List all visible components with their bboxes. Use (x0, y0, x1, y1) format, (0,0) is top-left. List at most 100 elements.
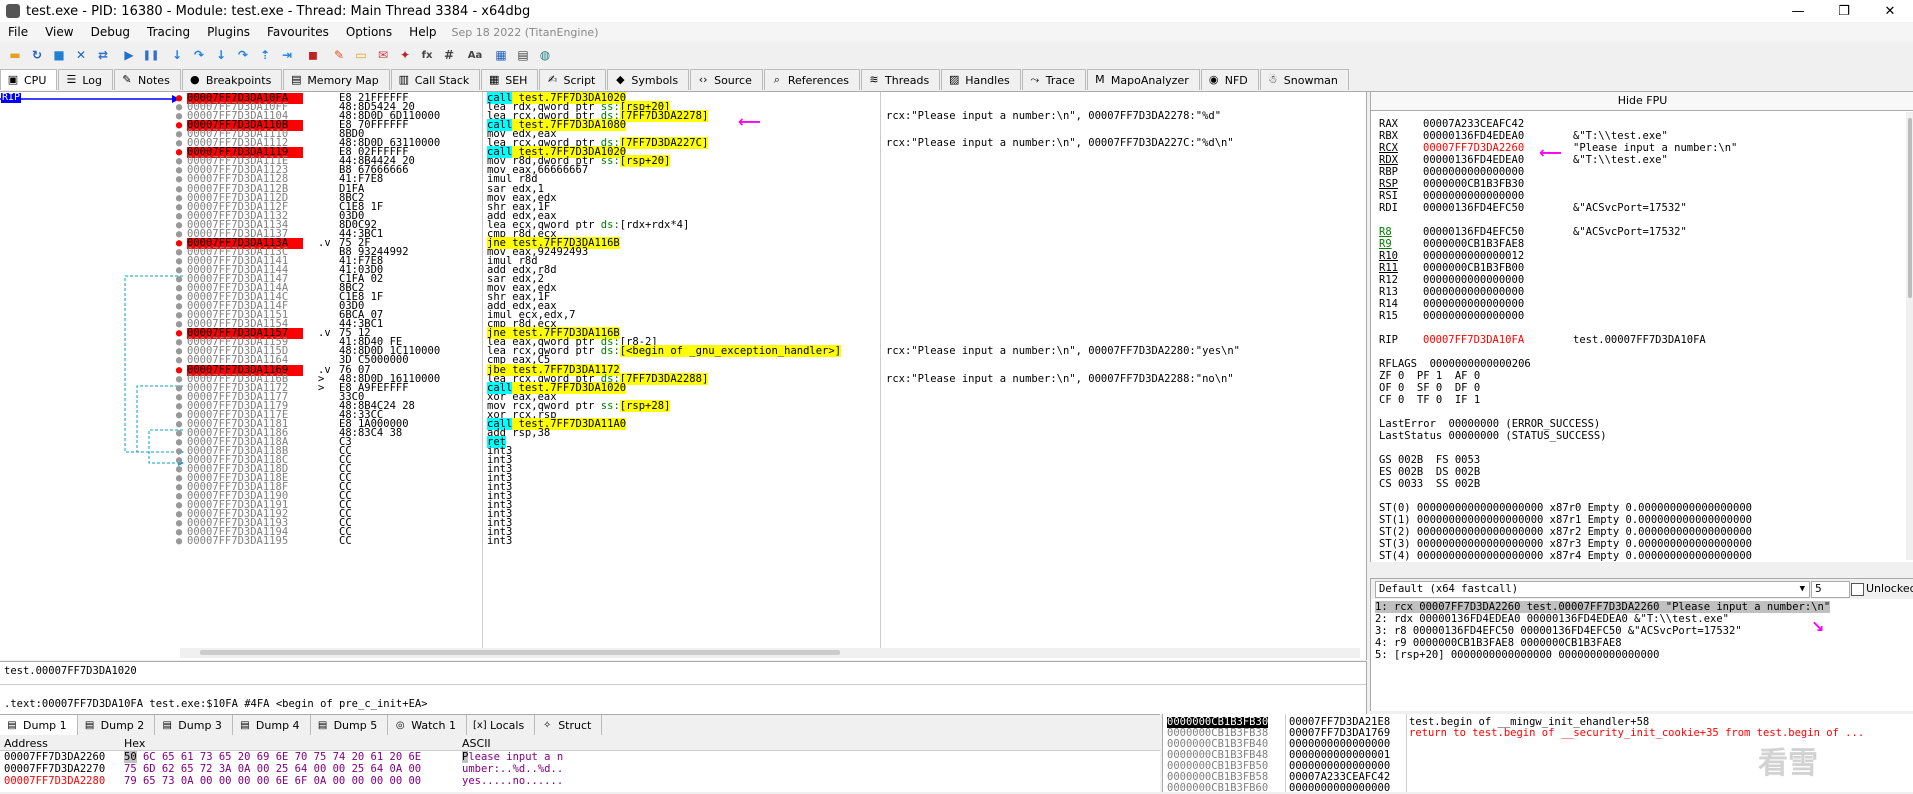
tab-threads[interactable]: ≋ Threads (861, 69, 941, 90)
register-row[interactable]: R15 0000000000000000 (1379, 310, 1752, 322)
register-value[interactable]: 00007A233CEAFC42 (1423, 118, 1573, 130)
menu-debug[interactable]: Debug (83, 25, 139, 39)
tab-trace[interactable]: ⤳ Trace (1021, 69, 1086, 90)
dump-view[interactable]: Address Hex ASCII 00007FF7D3DA2260 50 6C … (0, 737, 1160, 792)
tab-snowman[interactable]: ☃ Snowman (1259, 69, 1349, 90)
register-value[interactable]: 0000000000000000 (1423, 286, 1573, 298)
comments-icon[interactable]: ▭ (353, 47, 369, 63)
dump-hex[interactable]: 75 6D 62 65 72 3A 0A 00 25 64 00 00 25 6… (124, 763, 421, 775)
menu-file[interactable]: File (0, 25, 37, 39)
register-value[interactable]: 00000136FD4EFC50 (1423, 202, 1573, 214)
memory-icon[interactable]: ▤ (515, 47, 531, 63)
menu-favourites[interactable]: Favourites (259, 25, 338, 39)
tab-mapoanalyzer[interactable]: M MapoAnalyzer (1086, 69, 1200, 90)
register-value[interactable]: 0000000CB1B3FB00 (1423, 262, 1573, 274)
close-icon[interactable]: ✕ (73, 47, 89, 63)
register-value[interactable]: 0000000000000000 (1423, 190, 1573, 202)
tab-symbols[interactable]: ◆ Symbols (607, 69, 690, 90)
argument-row[interactable]: 4: r9 0000000CB1B3FAE8 0000000CB1B3FAE8 (1375, 637, 1830, 649)
tab-dump-1[interactable]: ▤ Dump 1 (0, 715, 78, 735)
function-icon[interactable]: fx (419, 47, 435, 63)
font-icon[interactable]: Aa (467, 47, 483, 63)
bookmarks-icon[interactable]: ✦ (397, 47, 413, 63)
pause-icon[interactable]: ❚❚ (143, 47, 160, 63)
execute-till-return-icon[interactable]: ⇡ (257, 47, 273, 63)
register-row[interactable]: RDX 00000136FD4EDEA0 &"T:\\test.exe" (1379, 154, 1752, 166)
open-icon[interactable]: ▬ (7, 47, 23, 63)
maximize-button[interactable]: ❐ (1821, 0, 1867, 22)
tab-dump-5[interactable]: ▤ Dump 5 (311, 715, 389, 735)
register-row[interactable] (1379, 322, 1752, 334)
register-row[interactable]: RDI 00000136FD4EFC50 &"ACSvcPort=17532" (1379, 202, 1752, 214)
register-row[interactable]: RIP 00007FF7D3DA10FA test.00007FF7D3DA10FA (1379, 334, 1752, 346)
tab-dump-3[interactable]: ▤ Dump 3 (155, 715, 233, 735)
step-over-icon[interactable]: ↷ (191, 47, 207, 63)
dump-ascii[interactable]: Please input a n (462, 751, 563, 763)
patches-icon[interactable]: ✎ (331, 47, 347, 63)
minimize-button[interactable]: — (1775, 0, 1821, 22)
stop-icon[interactable]: ■ (51, 47, 67, 63)
close-button[interactable]: ✕ (1867, 0, 1913, 22)
tab-memory-map[interactable]: ▤ Memory Map (283, 69, 390, 90)
register-value[interactable]: 0000000000000000 (1423, 310, 1573, 322)
attach-icon[interactable]: ⇄ (95, 47, 111, 63)
argument-row[interactable]: 3: r8 00000136FD4EFC50 00000136FD4EFC50 … (1375, 625, 1830, 637)
tab-struct[interactable]: ✧ Struct (535, 715, 603, 735)
register-row[interactable] (1379, 346, 1752, 358)
registers-pane[interactable]: Hide FPU RAX 00007A233CEAFC42 RBX 00000136F… (1370, 92, 1913, 562)
tab-locals[interactable]: [x] Locals (467, 715, 536, 735)
register-value[interactable]: 0000000000000000 (1423, 298, 1573, 310)
register-row[interactable]: RAX 00007A233CEAFC42 (1379, 118, 1752, 130)
tab-script[interactable]: ✍ Script (539, 69, 607, 90)
register-value[interactable]: 0000000CB1B3FAE8 (1423, 238, 1573, 250)
restart-icon[interactable]: ↻ (29, 47, 45, 63)
dump-hex[interactable]: 79 65 73 0A 00 00 00 00 6E 6F 0A 00 00 0… (124, 775, 421, 787)
register-row[interactable]: R11 0000000CB1B3FB00 (1379, 262, 1752, 274)
menu-view[interactable]: View (37, 25, 82, 39)
register-row[interactable]: R12 0000000000000000 (1379, 274, 1752, 286)
bullet-icon[interactable]: ● (175, 536, 183, 547)
hide-fpu-button[interactable]: Hide FPU (1371, 92, 1913, 111)
trace-into-icon[interactable]: ↓ (213, 47, 229, 63)
register-row[interactable]: RCX 00007FF7D3DA2260 "Please input a numbe… (1379, 142, 1752, 154)
tab-dump-4[interactable]: ▤ Dump 4 (233, 715, 311, 735)
register-value[interactable]: 00000136FD4EDEA0 (1423, 130, 1573, 142)
tab-source[interactable]: ‹› Source (690, 69, 763, 90)
dump-ascii[interactable]: umber:..%d..%d.. (462, 763, 563, 775)
tab-watch-1[interactable]: ◎ Watch 1 (388, 715, 467, 735)
dump-ascii[interactable]: yes.....no...... (462, 775, 563, 787)
stack-view[interactable]: 0000000CB1B3FB30 00007FF7D3DA21E8 test.beg… (1162, 714, 1913, 794)
argument-count-spinbox[interactable]: 5 (1811, 581, 1850, 598)
tab-log[interactable]: ☰ Log (58, 69, 114, 90)
register-row[interactable]: R13 0000000000000000 (1379, 286, 1752, 298)
register-value[interactable]: 0000000000000012 (1423, 250, 1573, 262)
register-value[interactable]: 0000000CB1B3FB30 (1423, 178, 1573, 190)
disassembly-view[interactable]: RIP ● 00007FF7D3DA10FA E8 21FFFFFF call tes… (0, 92, 1367, 660)
menu-options[interactable]: Options (338, 25, 401, 39)
hash-icon[interactable]: # (441, 47, 457, 63)
unlocked-checkbox[interactable] (1851, 583, 1864, 596)
menu-plugins[interactable]: Plugins (199, 25, 259, 39)
register-row[interactable]: RSI 0000000000000000 (1379, 190, 1752, 202)
argument-row[interactable]: 5: [rsp+20] 0000000000000000 00000000000… (1375, 649, 1830, 661)
menu-tracing[interactable]: Tracing (139, 25, 199, 39)
labels-icon[interactable]: ✉ (375, 47, 391, 63)
register-value[interactable]: 00007FF7D3DA10FA (1423, 334, 1573, 346)
disassembly-hscroll[interactable] (180, 648, 1360, 658)
tab-notes[interactable]: ✎ Notes (114, 69, 181, 90)
trace-over-icon[interactable]: ↷ (235, 47, 251, 63)
tab-call-stack[interactable]: ▥ Call Stack (390, 69, 481, 90)
register-row[interactable] (1379, 214, 1752, 226)
tab-references[interactable]: ⌕ References (763, 69, 860, 90)
registers-scrollbar[interactable] (1906, 112, 1913, 560)
tab-handles[interactable]: ▨ Handles (941, 69, 1021, 90)
register-row[interactable]: R8 00000136FD4EFC50 &"ACSvcPort=17532" (1379, 226, 1752, 238)
run-to-user-code-icon[interactable]: ⇥ (279, 47, 295, 63)
calling-convention-select[interactable]: Default (x64 fastcall) ▼ (1375, 581, 1810, 598)
run-icon[interactable]: ▶ (121, 47, 137, 63)
register-value[interactable]: 00000136FD4EFC50 (1423, 226, 1573, 238)
register-row[interactable]: RSP 0000000CB1B3FB30 (1379, 178, 1752, 190)
argument-row[interactable]: 2: rdx 00000136FD4EDEA0 00000136FD4EDEA0… (1375, 613, 1830, 625)
scylla-icon[interactable]: ◼ (305, 47, 321, 63)
register-row[interactable]: RBX 00000136FD4EDEA0 &"T:\\test.exe" (1379, 130, 1752, 142)
